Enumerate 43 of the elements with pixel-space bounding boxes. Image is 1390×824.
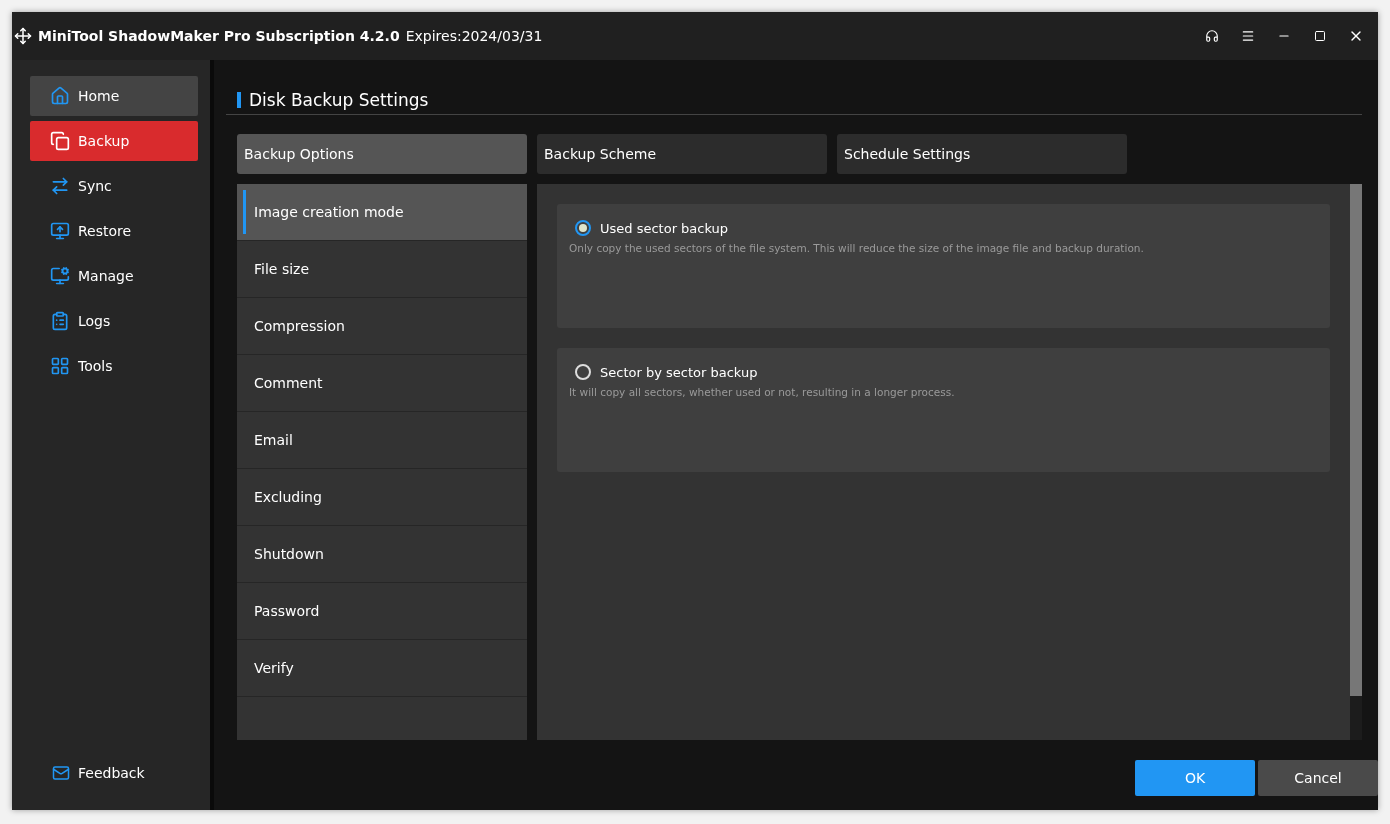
logo-icon [14,27,32,45]
tab[interactable]: Backup Options [237,134,527,174]
options-list-item[interactable]: Compression [237,298,527,355]
copy-icon [50,131,70,151]
radio-option[interactable]: Used sector backup [569,220,729,236]
monitor-gear-icon [50,266,70,286]
sidebar-item[interactable]: Backup [30,121,198,161]
sidebar-item[interactable]: Logs [30,301,198,341]
grid-icon [50,356,70,376]
sidebar-item[interactable]: Restore [30,211,198,251]
options-list-item[interactable]: Password [237,583,527,640]
sidebar-item[interactable]: Home [30,76,198,116]
option-description: Only copy the used sectors of the file system. This will reduce the size of the image file and backup duration. [569,242,1145,254]
tab[interactable]: Backup Scheme [537,134,827,174]
sidebar-item[interactable]: Tools [30,346,198,386]
tab[interactable]: Schedule Settings [837,134,1127,174]
mail-icon [52,764,70,782]
page-heading: Disk Backup Settings [249,90,429,110]
option-description: It will copy all sectors, whether used or not, resulting in a longer process. [569,386,956,398]
monitor-icon [50,221,70,241]
expiry-date: Expires:2024/03/31 [405,28,543,44]
options-list-item[interactable]: Email [237,412,527,469]
options-list-item[interactable]: File size [237,241,527,298]
options-list-item[interactable]: Shutdown [237,526,527,583]
menu-icon [1241,29,1255,43]
cancel-button[interactable]: Cancel [1258,760,1378,796]
options-list-item[interactable]: Comment [237,355,527,412]
headphones-icon [1205,29,1219,43]
sidebar-item[interactable]: Sync [30,166,198,206]
sync-arrows-icon [50,176,70,196]
feedback-link[interactable]: Feedback [30,758,210,788]
clipboard-icon [50,311,70,331]
radio-option[interactable]: Sector by sector backup [569,364,758,380]
heading-accent [237,92,241,108]
house-icon [50,86,70,106]
radio-button[interactable] [575,220,591,236]
options-list-item[interactable]: Verify [237,640,527,697]
window-title: MiniTool ShadowMaker Pro Subscription 4.2.0 [38,28,400,44]
sidebar-item[interactable]: Manage [30,256,198,296]
options-list-item[interactable]: Excluding [237,469,527,526]
maximize-icon [1314,30,1326,42]
scrollbar-thumb[interactable] [1350,184,1362,696]
options-list-item[interactable]: Image creation mode [237,184,527,241]
